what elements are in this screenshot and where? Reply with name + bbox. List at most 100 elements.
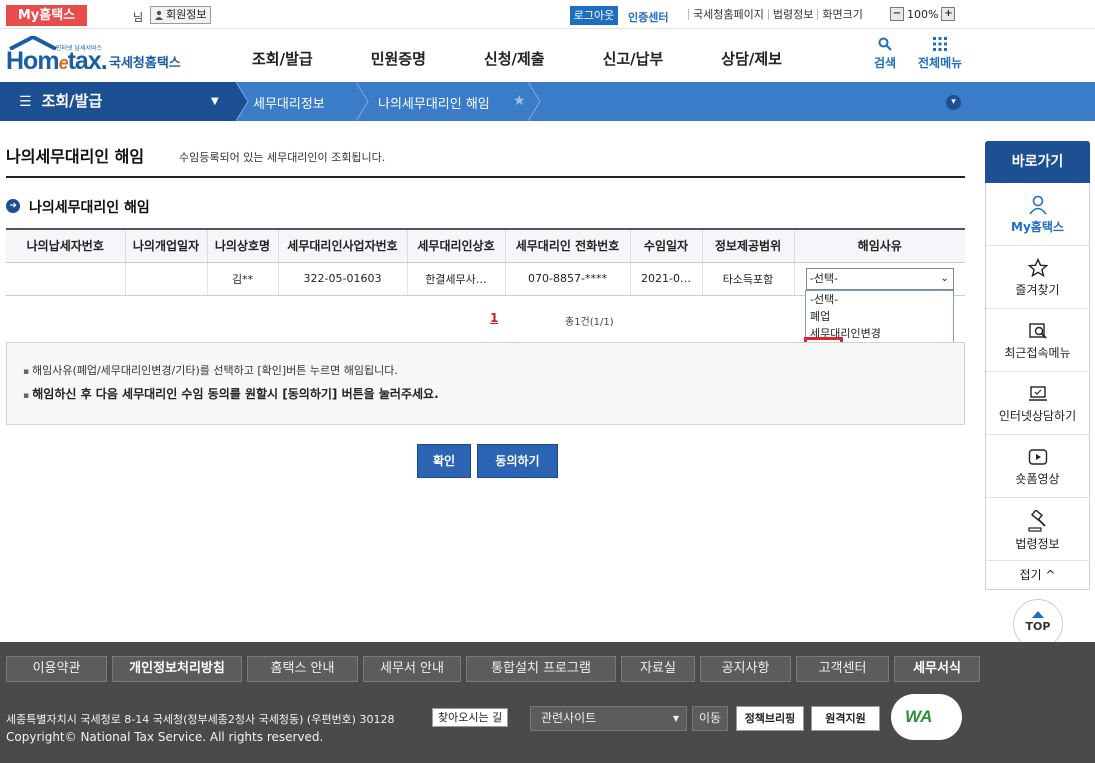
breadcrumb-separator-icon — [528, 82, 541, 121]
policy-briefing-link[interactable]: 정책브리핑 — [736, 706, 804, 731]
confirm-button[interactable]: 확인 — [417, 444, 471, 478]
footer-link-library[interactable]: 자료실 — [621, 656, 695, 682]
wa-certification-logo: WA — [891, 694, 962, 740]
zoom-in-button[interactable]: + — [941, 7, 956, 21]
page-number-current[interactable]: 1 — [490, 311, 498, 325]
favorite-star-icon[interactable]: ★ — [513, 93, 526, 109]
dropdown-triangle-icon: ▼ — [211, 96, 219, 107]
zoom-level: 100% — [907, 7, 939, 21]
law-info-link[interactable]: 법령정보 — [767, 9, 817, 20]
person-icon — [155, 10, 163, 20]
quick-recent-menu[interactable]: 최근접속메뉴 — [986, 309, 1089, 372]
breadcrumb-level1[interactable]: 세무대리정보 — [253, 93, 325, 112]
option-closure[interactable]: 폐업 — [806, 308, 953, 325]
hamburger-icon: ☰ — [19, 94, 32, 110]
location-home-label: 조회/발급 — [41, 92, 103, 110]
all-menu-button[interactable]: 전체메뉴 — [918, 37, 962, 71]
location-home-menu[interactable]: ☰ 조회/발급 ▼ — [0, 82, 236, 121]
delegate-table: 나의납세자번호 나의개업일자 나의상호명 세무대리인사업자번호 세무대리인상호 … — [6, 228, 965, 296]
quick-menu-title: 바로가기 — [985, 141, 1090, 183]
col-header: 세무대리인상호 — [407, 228, 506, 263]
cell-agent-biz-no: 322-05-01603 — [278, 262, 408, 296]
quick-menu: 바로가기 My홈택스 즐겨찾기 최근접속메뉴 인터넷상담하기 숏폼영상 법령정보… — [985, 141, 1090, 590]
footer-link-guide[interactable]: 홈택스 안내 — [247, 656, 358, 682]
cell-agent-phone: 070-8857-**** — [505, 262, 631, 296]
grid-menu-icon — [933, 37, 948, 51]
play-icon — [1028, 449, 1047, 465]
location-bar: ☰ 조회/발급 ▼ 세무대리정보 나의세무대리인 해임 ★ ▾ — [0, 82, 1095, 121]
col-header: 나의상호명 — [207, 228, 279, 263]
find-way-button[interactable]: 찾아오시는 길 — [432, 708, 509, 727]
footer-address: 세종특별자치시 국세청로 8-14 국세청(정부세종2청사 국세청동) (우편번… — [6, 713, 395, 726]
footer-links: 이용약관 개인정보처리방침 홈택스 안내 세무서 안내 통합설치 프로그램 자료… — [6, 656, 980, 682]
remote-support-link[interactable]: 원격지원 — [811, 706, 880, 731]
laptop-icon — [1028, 386, 1047, 401]
member-info-button[interactable]: 회원정보 — [150, 6, 212, 24]
chevron-down-icon: ⌄ — [940, 272, 949, 284]
quick-fold-button[interactable]: 접기 ^ — [986, 561, 1089, 589]
quick-favorites[interactable]: 즐겨찾기 — [986, 246, 1089, 309]
all-menu-label: 전체메뉴 — [918, 56, 963, 70]
cert-center-link[interactable]: 인증센터 — [628, 9, 668, 25]
hometax-logo[interactable]: 인터넷 납세서비스 Hometax. 국세청홈택스 — [6, 34, 186, 76]
zoom-control: − 100% + — [890, 7, 956, 21]
footer-link-forms[interactable]: 세무서식 — [894, 656, 980, 682]
person-icon — [1028, 195, 1047, 215]
quick-label: My홈택스 — [1011, 220, 1064, 234]
logout-button[interactable]: 로그아웃 — [570, 6, 618, 25]
footer-link-office[interactable]: 세무서 안내 — [363, 656, 461, 682]
search-button[interactable]: 검색 — [874, 37, 896, 71]
quick-label: 인터넷상담하기 — [998, 409, 1077, 423]
quick-label: 숏폼영상 — [1015, 472, 1060, 486]
search-icon — [878, 37, 892, 51]
wa-logo-text: WA — [905, 707, 933, 726]
nav-consult-report[interactable]: 상담/제보 — [721, 48, 782, 69]
zoom-out-button[interactable]: − — [890, 7, 904, 21]
my-hometax-button[interactable]: My홈택스 — [6, 5, 87, 26]
nav-inquiry-issue[interactable]: 조회/발급 — [252, 48, 313, 69]
quick-online-consult[interactable]: 인터넷상담하기 — [986, 372, 1089, 435]
go-button[interactable]: 이동 — [692, 706, 728, 731]
quick-my-hometax[interactable]: My홈택스 — [986, 183, 1089, 246]
footer-link-install[interactable]: 통합설치 프로그램 — [466, 656, 616, 682]
screen-size-label: 화면크기 — [817, 9, 866, 20]
breadcrumb-level2[interactable]: 나의세무대리인 해임 — [378, 93, 490, 112]
footer-link-terms[interactable]: 이용약관 — [6, 656, 107, 682]
col-header: 수임일자 — [630, 228, 703, 263]
option-select[interactable]: -선택- — [806, 291, 953, 308]
arrow-up-icon — [1032, 611, 1044, 618]
breadcrumb-separator-icon — [356, 82, 369, 121]
page-title: 나의세무대리인 해임 — [6, 147, 145, 166]
select-value: -선택- — [809, 271, 838, 285]
col-header: 나의개업일자 — [125, 228, 208, 263]
related-sites-label: 관련사이트 — [541, 711, 597, 725]
user-suffix: 님 — [133, 11, 144, 24]
col-header: 세무대리인사업자번호 — [278, 228, 408, 263]
quick-law-info[interactable]: 법령정보 — [986, 498, 1089, 561]
chevron-down-icon: ▼ — [672, 714, 679, 723]
nav-report-pay[interactable]: 신고/납부 — [603, 48, 664, 69]
main-nav: 조회/발급 민원증명 신청/제출 신고/납부 상담/제보 — [252, 48, 840, 69]
page-total: 총1건(1/1) — [565, 317, 614, 328]
cell-open-date — [125, 262, 208, 296]
expand-chevron-icon[interactable]: ▾ — [946, 95, 961, 110]
nav-apply-submit[interactable]: 신청/제출 — [484, 48, 545, 69]
dismiss-reason-select[interactable]: -선택- ⌄ — [805, 267, 954, 290]
footer-link-privacy[interactable]: 개인정보처리방침 — [112, 656, 242, 682]
notice-line-bold: 해임하신 후 다음 세무대리인 수임 동의를 원할시 [동의하기] 버튼을 눌러… — [23, 385, 948, 402]
page-description: 수임등록되어 있는 세무대리인이 조회됩니다. — [179, 151, 386, 164]
main-header: 인터넷 납세서비스 Hometax. 국세청홈택스 조회/발급 민원증명 신청/… — [0, 29, 1095, 82]
agree-button[interactable]: 동의하기 — [477, 444, 558, 478]
footer-link-support[interactable]: 고객센터 — [796, 656, 889, 682]
quick-label: 법령정보 — [1015, 537, 1060, 551]
quick-short-video[interactable]: 숏폼영상 — [986, 435, 1089, 498]
section-title: 나의세무대리인 해임 — [29, 200, 150, 216]
nav-civil-cert[interactable]: 민원증명 — [371, 48, 426, 69]
footer-link-notice[interactable]: 공지사항 — [700, 656, 791, 682]
recent-search-icon — [1028, 323, 1047, 339]
related-sites-select[interactable]: 관련사이트 ▼ — [530, 706, 687, 731]
cell-company-name: 김** — [207, 262, 279, 296]
col-header: 해임사유 — [794, 228, 965, 263]
nts-homepage-link[interactable]: 국세청홈페이지 — [688, 9, 768, 20]
quick-label: 최근접속메뉴 — [1004, 346, 1071, 360]
